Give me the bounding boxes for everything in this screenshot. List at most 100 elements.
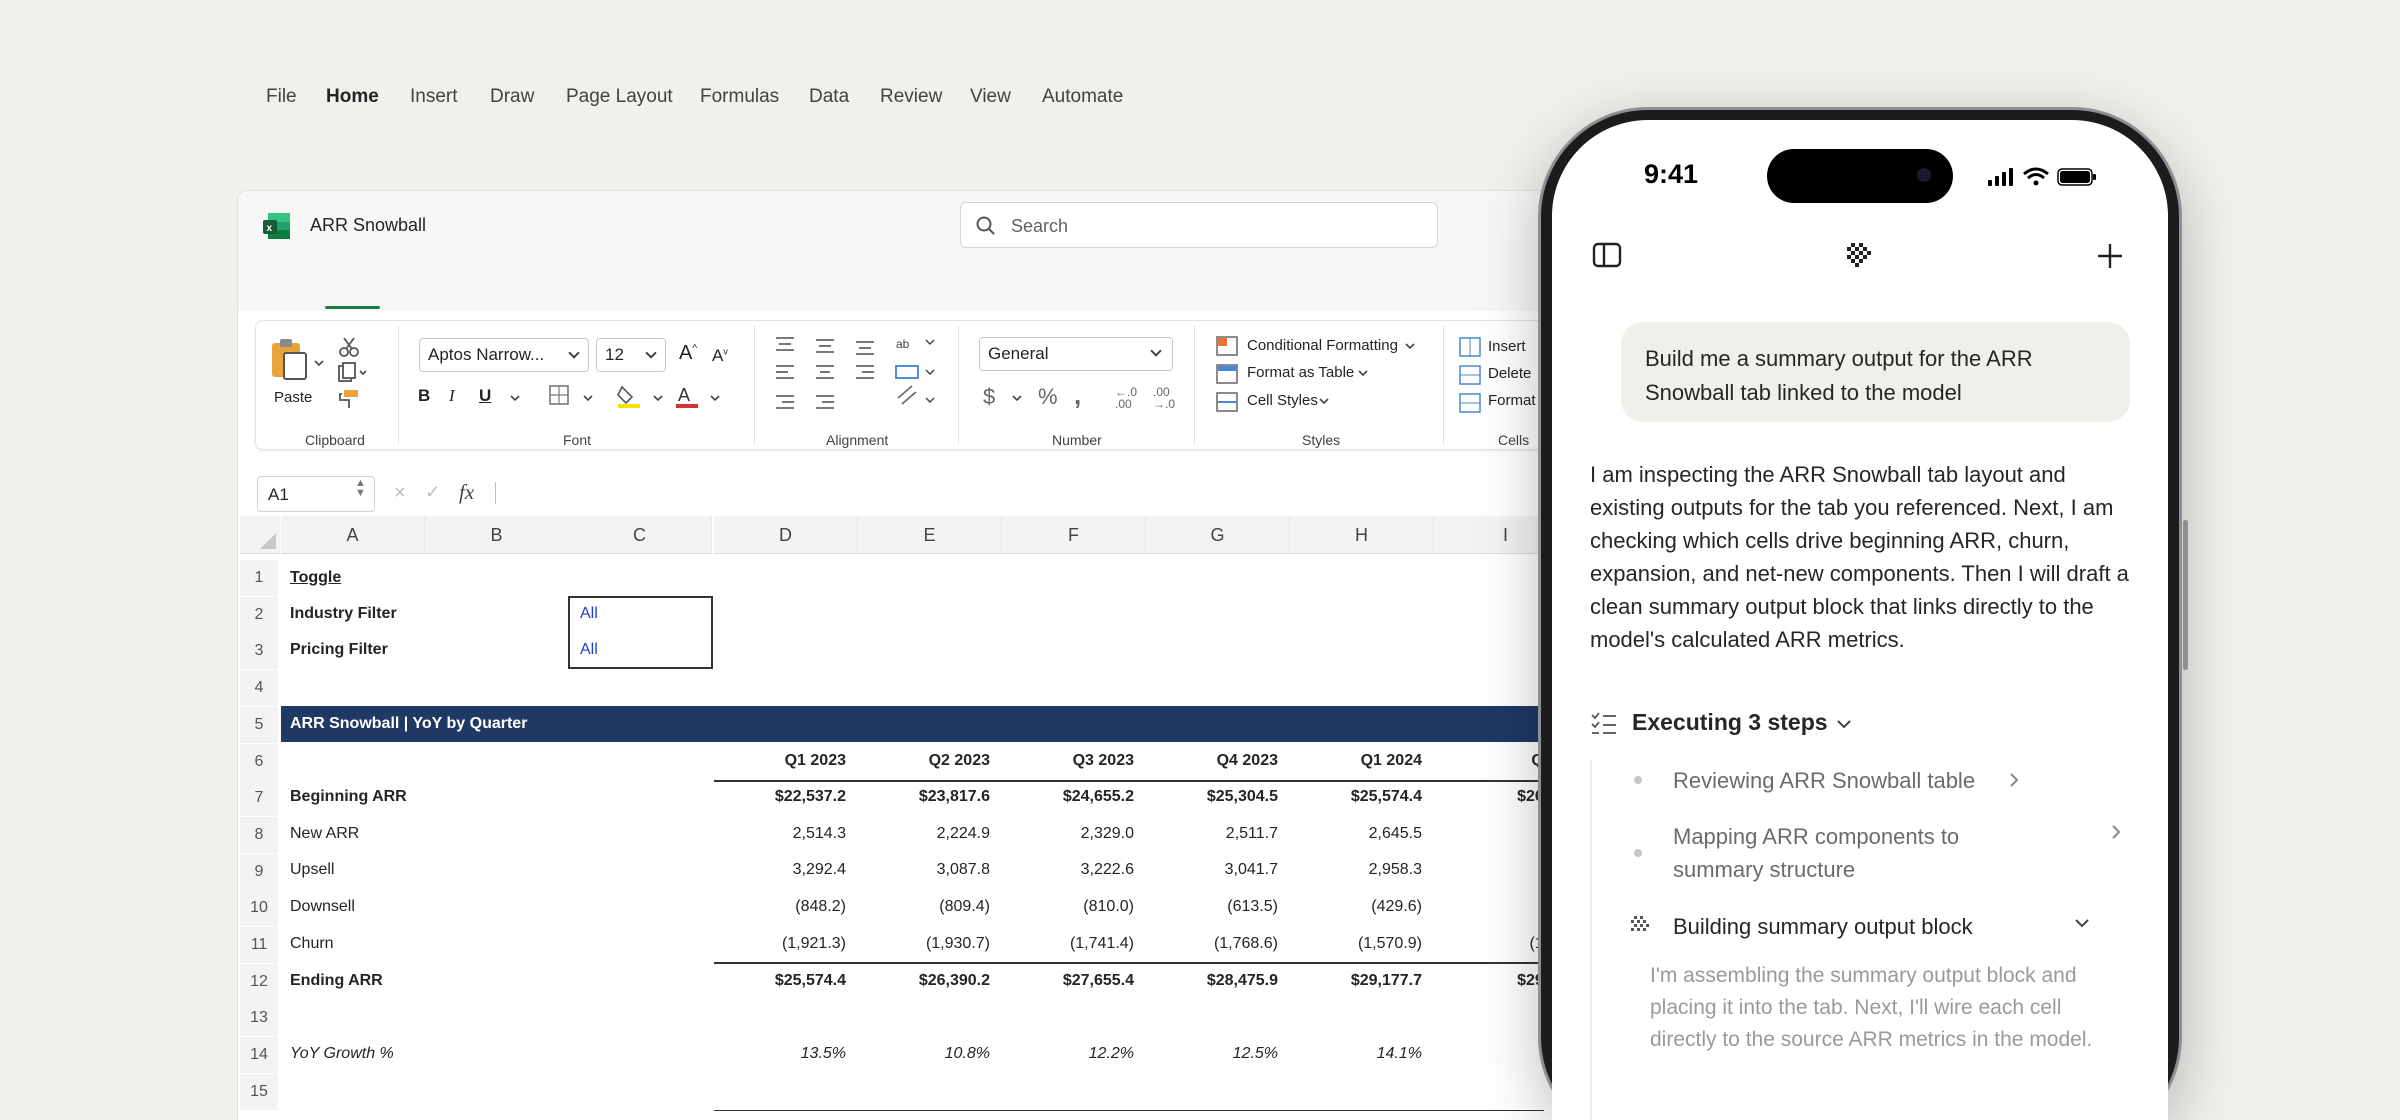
- step-building[interactable]: Building summary output block: [1673, 910, 1973, 943]
- currency-icon[interactable]: $: [983, 384, 995, 410]
- row-header-14[interactable]: 14: [240, 1037, 278, 1074]
- yoy-cell[interactable]: 14.1%: [1290, 1036, 1422, 1072]
- currency-chevron-icon[interactable]: [1011, 392, 1023, 404]
- row-header-10[interactable]: 10: [240, 890, 278, 927]
- delete-cells-button[interactable]: Delete: [1488, 365, 1531, 382]
- select-all-corner[interactable]: [240, 516, 280, 554]
- name-box-spinner-icon[interactable]: ▲ ▼: [355, 478, 366, 499]
- table-cell[interactable]: 2,645.5: [1290, 816, 1422, 852]
- table-cell[interactable]: $29,177.7: [1290, 963, 1422, 999]
- cell-styles-chevron-icon[interactable]: [1318, 395, 1330, 407]
- table-cell[interactable]: $25,304.5: [1146, 779, 1278, 815]
- font-color-icon[interactable]: A: [674, 383, 700, 409]
- tab-draw[interactable]: Draw: [490, 86, 534, 108]
- table-cell[interactable]: $25,574.4: [1290, 779, 1422, 815]
- table-cell[interactable]: 3,087.8: [858, 852, 990, 888]
- borders-chevron-icon[interactable]: [582, 392, 594, 404]
- table-cell[interactable]: (1,570.9): [1290, 926, 1422, 962]
- chevron-right-icon[interactable]: [2110, 824, 2122, 840]
- executing-steps-toggle[interactable]: Executing 3 steps: [1632, 709, 1828, 736]
- row-header-6[interactable]: 6: [240, 743, 278, 780]
- column-header-f[interactable]: F: [1002, 516, 1146, 554]
- toggle-label[interactable]: Toggle: [290, 560, 341, 596]
- underline-button[interactable]: U: [479, 386, 491, 406]
- increase-decimal-icon[interactable]: ←.0.00: [1115, 386, 1137, 410]
- table-cell[interactable]: $22,537.2: [714, 779, 846, 815]
- number-format-dropdown[interactable]: General: [979, 337, 1173, 371]
- table-cell[interactable]: 2,511.7: [1146, 816, 1278, 852]
- new-chat-icon[interactable]: [2096, 242, 2124, 270]
- table-cell[interactable]: 2,958.3: [1290, 852, 1422, 888]
- alignment-icons[interactable]: ab: [772, 334, 938, 418]
- cell-styles-button[interactable]: Cell Styles: [1247, 392, 1318, 409]
- table-cell[interactable]: 3,222.6: [1002, 852, 1134, 888]
- tab-review[interactable]: Review: [880, 86, 942, 108]
- step-mapping[interactable]: Mapping ARR components to summary struct…: [1673, 820, 2013, 886]
- table-cell[interactable]: $25,574.4: [714, 963, 846, 999]
- chevron-down-icon[interactable]: [1836, 718, 1852, 730]
- underline-chevron-icon[interactable]: [509, 392, 521, 404]
- table-cell[interactable]: 3,041.7: [1146, 852, 1278, 888]
- row-header-2[interactable]: 2: [240, 596, 278, 633]
- font-name-dropdown[interactable]: Aptos Narrow...: [419, 338, 589, 372]
- chevron-right-icon[interactable]: [2008, 772, 2020, 788]
- pricing-filter-value[interactable]: All: [580, 632, 598, 668]
- tab-insert[interactable]: Insert: [410, 86, 458, 108]
- paste-chevron-icon[interactable]: [313, 357, 325, 369]
- column-header-e[interactable]: E: [858, 516, 1002, 554]
- tab-automate[interactable]: Automate: [1042, 86, 1123, 108]
- fill-color-icon[interactable]: [616, 383, 642, 409]
- confirm-entry-icon[interactable]: ✓: [425, 482, 440, 503]
- format-as-table-chevron-icon[interactable]: [1357, 367, 1369, 379]
- table-cell[interactable]: 3,292.4: [714, 852, 846, 888]
- row-header-7[interactable]: 7: [240, 780, 278, 817]
- copy-icon[interactable]: [338, 362, 368, 384]
- table-cell[interactable]: (613.5): [1146, 889, 1278, 925]
- table-cell[interactable]: (1,768.6): [1146, 926, 1278, 962]
- bold-button[interactable]: B: [418, 386, 430, 406]
- tab-formulas[interactable]: Formulas: [700, 86, 779, 108]
- insert-cells-button[interactable]: Insert: [1488, 338, 1526, 355]
- italic-button[interactable]: I: [449, 386, 455, 406]
- format-painter-icon[interactable]: [338, 388, 360, 410]
- column-header-h[interactable]: H: [1290, 516, 1434, 554]
- insert-function-icon[interactable]: fx: [459, 480, 474, 505]
- row-header-13[interactable]: 13: [240, 1000, 278, 1037]
- column-header-b[interactable]: B: [425, 516, 569, 554]
- table-cell[interactable]: (1,741.4): [1002, 926, 1134, 962]
- decrease-decimal-icon[interactable]: .00 →.0: [1153, 386, 1175, 410]
- row-header-8[interactable]: 8: [240, 816, 278, 853]
- column-header-c[interactable]: C: [568, 516, 712, 554]
- table-cell[interactable]: (429.6): [1290, 889, 1422, 925]
- table-cell[interactable]: $28,475.9: [1146, 963, 1278, 999]
- format-cells-button[interactable]: Format: [1488, 392, 1536, 409]
- table-cell[interactable]: $26,390.2: [858, 963, 990, 999]
- formula-input[interactable]: [495, 482, 496, 504]
- chevron-down-icon[interactable]: [2074, 917, 2090, 929]
- format-as-table-button[interactable]: Format as Table: [1247, 364, 1354, 381]
- yoy-cell[interactable]: 13.5%: [714, 1036, 846, 1072]
- table-cell[interactable]: (848.2): [714, 889, 846, 925]
- row-header-4[interactable]: 4: [240, 670, 278, 707]
- shrink-font-icon[interactable]: Av: [712, 346, 728, 366]
- grow-font-icon[interactable]: A^: [679, 342, 697, 365]
- column-header-g[interactable]: G: [1146, 516, 1290, 554]
- table-cell[interactable]: (810.0): [1002, 889, 1134, 925]
- tab-data[interactable]: Data: [809, 86, 849, 108]
- tab-home[interactable]: Home: [326, 86, 379, 108]
- tab-page-layout[interactable]: Page Layout: [566, 86, 673, 108]
- cut-icon[interactable]: [338, 336, 360, 358]
- paste-icon[interactable]: [268, 337, 314, 385]
- table-cell[interactable]: 2,224.9: [858, 816, 990, 852]
- font-color-chevron-icon[interactable]: [709, 392, 721, 404]
- row-header-3[interactable]: 3: [240, 633, 278, 670]
- cancel-entry-icon[interactable]: ×: [394, 482, 406, 505]
- row-header-1[interactable]: 1: [240, 560, 278, 596]
- sidebar-toggle-icon[interactable]: [1592, 242, 1622, 268]
- table-cell[interactable]: 2,514.3: [714, 816, 846, 852]
- table-cell[interactable]: (1,921.3): [714, 926, 846, 962]
- yoy-cell[interactable]: 10.8%: [858, 1036, 990, 1072]
- row-header-9[interactable]: 9: [240, 853, 278, 890]
- industry-filter-value[interactable]: All: [580, 596, 598, 632]
- column-header-d[interactable]: D: [714, 516, 858, 554]
